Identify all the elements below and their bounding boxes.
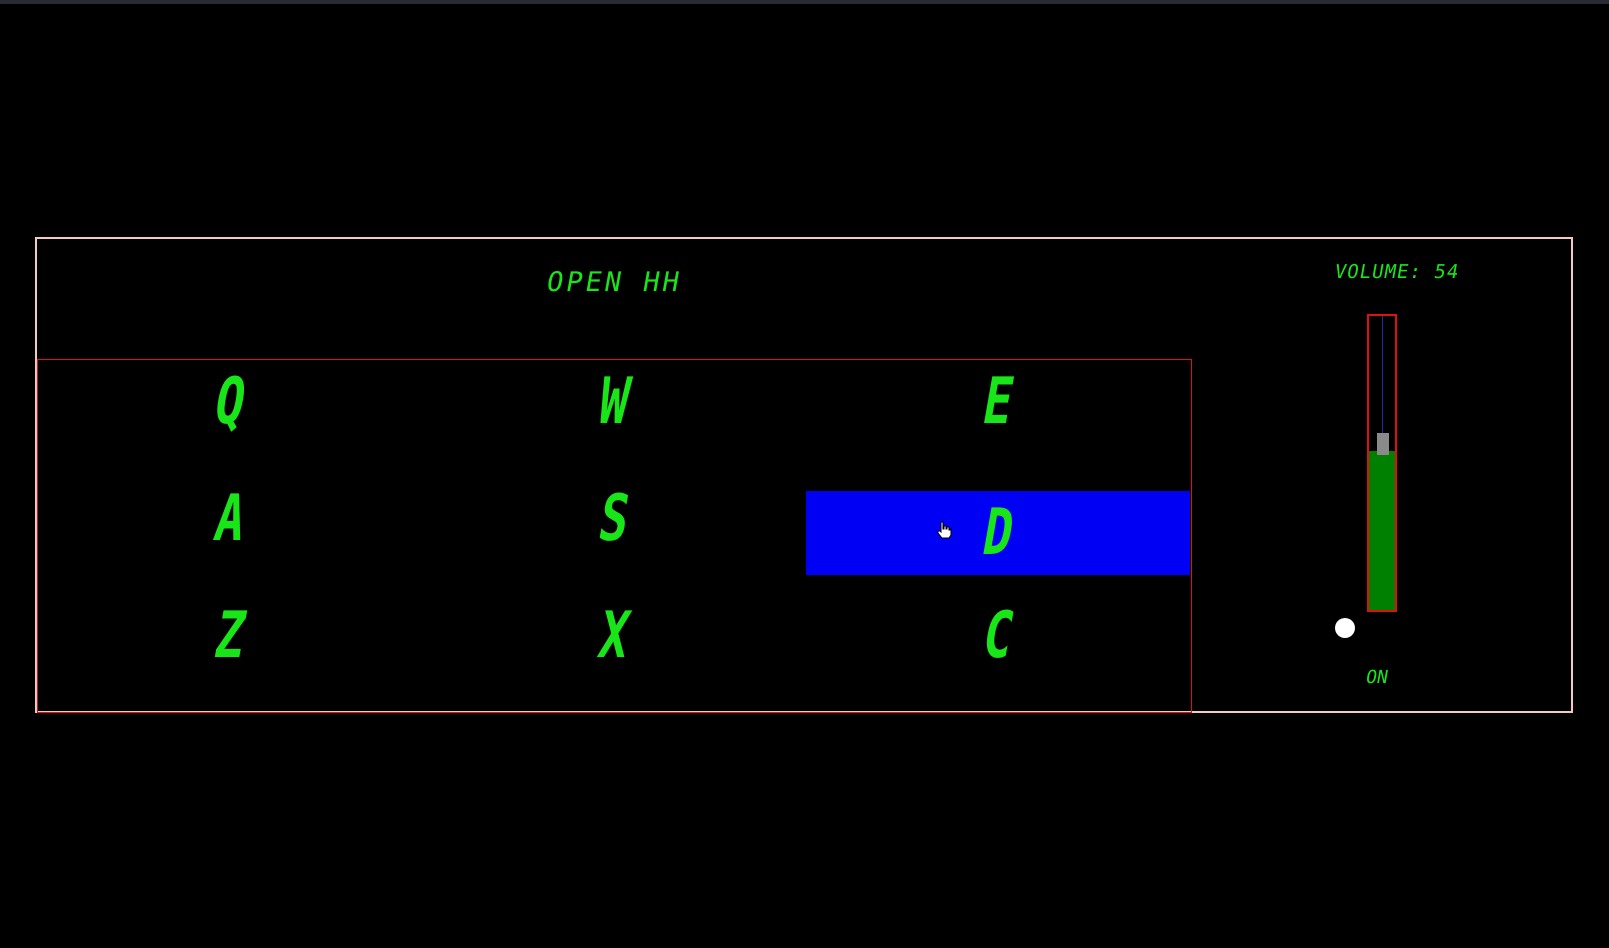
key-label: W [593, 365, 635, 439]
volume-slider[interactable] [1367, 314, 1397, 612]
key-z[interactable]: Z [38, 594, 422, 678]
key-s[interactable]: S [422, 477, 806, 561]
device-panel: OPEN HH Q W E A S D Z X C VOLUME: 54 ON [35, 237, 1573, 713]
volume-fill [1369, 451, 1395, 610]
power-toggle[interactable] [1335, 618, 1355, 638]
key-label: C [977, 599, 1019, 673]
keypad: Q W E A S D Z X C [37, 359, 1192, 713]
key-q[interactable]: Q [38, 360, 422, 444]
power-status-label: ON [1364, 667, 1390, 688]
key-label: A [209, 482, 251, 556]
key-label: Z [209, 599, 251, 673]
key-e[interactable]: E [806, 360, 1190, 444]
volume-thumb[interactable] [1377, 433, 1389, 455]
volume-label: VOLUME: 54 [1332, 261, 1462, 283]
window-top-bar [0, 0, 1609, 4]
key-x[interactable]: X [422, 594, 806, 678]
display-title: OPEN HH [544, 267, 685, 298]
key-label: Q [209, 365, 251, 439]
key-w[interactable]: W [422, 360, 806, 444]
key-label: E [977, 365, 1019, 439]
key-label: X [593, 599, 635, 673]
key-c[interactable]: C [806, 594, 1190, 678]
key-label: D [977, 496, 1019, 570]
key-label: S [593, 482, 635, 556]
key-d[interactable]: D [806, 491, 1190, 575]
hand-cursor-icon [937, 521, 952, 539]
key-a[interactable]: A [38, 477, 422, 561]
